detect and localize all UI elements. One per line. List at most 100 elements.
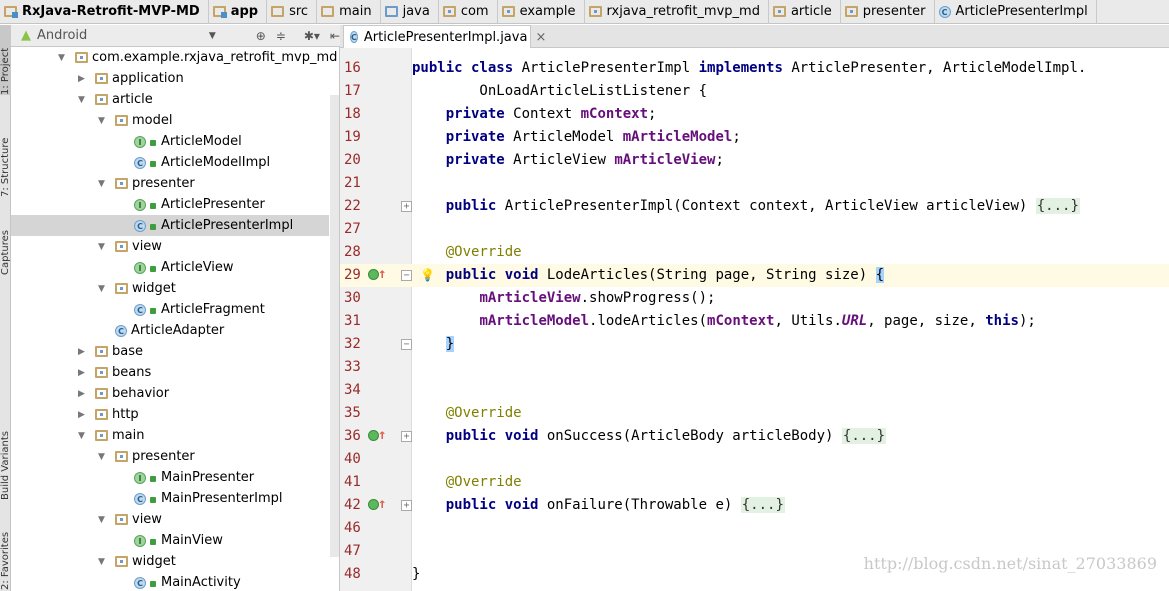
expanded-arrow-icon[interactable]: ▼	[78, 431, 85, 441]
breadcrumb-item[interactable]: app	[209, 0, 268, 24]
tree-item[interactable]: ▶ beans	[11, 362, 329, 383]
tree-item[interactable]: ▶ behavior	[11, 383, 329, 404]
tree-item[interactable]: ▼ view	[11, 236, 329, 257]
tree-item[interactable]: ▶ base	[11, 341, 329, 362]
breadcrumb-item[interactable]: C ArticlePresenterImpl	[935, 0, 1097, 24]
side-tab-favorites[interactable]: 2: Favorites	[0, 530, 11, 590]
collapse-all-icon[interactable]: ≑	[276, 29, 286, 43]
tree-item[interactable]: ▼ article	[11, 89, 329, 110]
tree-item[interactable]: ▶ application	[11, 68, 329, 89]
breadcrumb-item[interactable]: java	[381, 0, 439, 24]
interface-icon: I	[134, 534, 146, 547]
fold-collapse-icon[interactable]: −	[401, 339, 412, 350]
code-token: .showProgress();	[580, 290, 716, 306]
folded-code[interactable]: {...}	[1035, 198, 1080, 214]
expanded-arrow-icon[interactable]: ▼	[98, 557, 105, 567]
breadcrumb-item[interactable]: example	[498, 0, 585, 24]
tree-item[interactable]: C ArticleModelImpl	[11, 152, 329, 173]
package-icon	[75, 52, 88, 63]
expanded-arrow-icon[interactable]: ▼	[98, 242, 105, 252]
side-tab-build-variants[interactable]: Build Variants	[0, 420, 11, 500]
breadcrumb-label: RxJava-Retrofit-MVP-MD	[22, 4, 200, 19]
tree-item[interactable]: ▶ http	[11, 404, 329, 425]
tree-item[interactable]: C ArticlePresenterImpl	[11, 215, 329, 236]
code-token: @Override	[445, 474, 522, 490]
breadcrumb-item[interactable]: main	[317, 0, 381, 24]
tab-article-presenter-impl[interactable]: C ArticlePresenterImpl.java ×	[343, 25, 546, 48]
code-line: 42 ↑ + public void onFailure(Throwable e) …	[340, 494, 1169, 517]
override-arrow-icon[interactable]: ↑	[378, 493, 386, 516]
collapsed-arrow-icon[interactable]: ▶	[78, 74, 85, 84]
tree-item[interactable]: C MainActivity	[11, 572, 329, 591]
code-editor[interactable]: 16 public class ArticlePresenterImpl impl…	[340, 48, 1169, 591]
dropdown-arrow-icon[interactable]: ▼	[209, 31, 216, 41]
collapsed-arrow-icon[interactable]: ▶	[78, 410, 85, 420]
folded-code[interactable]: {...}	[740, 497, 785, 513]
breadcrumb-item[interactable]: article	[769, 0, 841, 24]
breadcrumb-item[interactable]: src	[267, 0, 318, 24]
breadcrumb-item[interactable]: RxJava-Retrofit-MVP-MD	[0, 0, 209, 24]
tree-item[interactable]: C ArticleFragment	[11, 299, 329, 320]
fold-expand-icon[interactable]: +	[401, 500, 412, 511]
expanded-arrow-icon[interactable]: ▼	[98, 515, 105, 525]
override-arrow-icon[interactable]: ↑	[378, 263, 386, 286]
line-number: 20	[344, 152, 361, 168]
expanded-arrow-icon[interactable]: ▼	[98, 179, 105, 189]
side-tab-structure[interactable]: 7: Structure	[0, 125, 11, 197]
expanded-arrow-icon[interactable]: ▼	[58, 53, 65, 63]
package-icon	[95, 73, 108, 84]
tree-item[interactable]: ▼ widget	[11, 551, 329, 572]
tree-item[interactable]: ▼ presenter	[11, 446, 329, 467]
tree-item[interactable]: I MainView	[11, 530, 329, 551]
tree-item-label: main	[112, 428, 145, 443]
expanded-arrow-icon[interactable]: ▼	[78, 95, 85, 105]
line-number: 19	[344, 129, 361, 145]
tree-item[interactable]: ▼ widget	[11, 278, 329, 299]
tree-item-label: article	[112, 92, 153, 107]
tree-scrollbar[interactable]	[330, 95, 339, 557]
tree-item[interactable]: ▼ com.example.rxjava_retrofit_mvp_md	[11, 47, 337, 68]
access-icon	[150, 266, 156, 272]
breadcrumb-item[interactable]: rxjava_retrofit_mvp_md	[585, 0, 769, 24]
code-line: 36 ↑ + public void onSuccess(ArticleBody a…	[340, 425, 1169, 448]
tree-item[interactable]: I ArticlePresenter	[11, 194, 329, 215]
folded-code[interactable]: {...}	[841, 428, 887, 444]
scroll-from-source-icon[interactable]: ⊕	[256, 29, 266, 43]
breadcrumb-item[interactable]: presenter	[841, 0, 935, 24]
collapsed-arrow-icon[interactable]: ▶	[78, 347, 85, 357]
gear-icon[interactable]: ✱▾	[304, 29, 320, 43]
expanded-arrow-icon[interactable]: ▼	[98, 284, 105, 294]
side-tab-captures[interactable]: Captures	[0, 220, 11, 275]
code-text: mArticleModel.lodeArticles(mContext, Uti…	[412, 310, 1035, 333]
hide-panel-icon[interactable]: ⇤	[330, 29, 340, 43]
tree-item-label: MainPresenterImpl	[161, 491, 283, 506]
line-number: 34	[344, 382, 361, 398]
fold-expand-icon[interactable]: +	[401, 431, 412, 442]
code-line: 40	[340, 448, 1169, 471]
editor-tabs: C ArticlePresenterImpl.java ×	[340, 25, 1169, 48]
code-token: mContext	[707, 313, 775, 329]
tree-item-label: model	[132, 113, 173, 128]
tree-item[interactable]: C MainPresenterImpl	[11, 488, 329, 509]
expanded-arrow-icon[interactable]: ▼	[98, 116, 105, 126]
tree-item[interactable]: ▼ presenter	[11, 173, 329, 194]
tree-item[interactable]: ▼ main	[11, 425, 329, 446]
tree-item[interactable]: I MainPresenter	[11, 467, 329, 488]
side-tab-project[interactable]: 1: Project	[0, 25, 11, 95]
tree-item[interactable]: ▼ model	[11, 110, 329, 131]
collapsed-arrow-icon[interactable]: ▶	[78, 389, 85, 399]
tree-item[interactable]: C ArticleAdapter	[11, 320, 329, 341]
expanded-arrow-icon[interactable]: ▼	[98, 452, 105, 462]
fold-expand-icon[interactable]: +	[401, 201, 412, 212]
tree-item[interactable]: I ArticleView	[11, 257, 329, 278]
close-icon[interactable]: ×	[535, 30, 546, 45]
view-selector[interactable]: Android	[37, 28, 149, 43]
fold-collapse-icon[interactable]: −	[401, 270, 412, 281]
tree-item[interactable]: ▼ view	[11, 509, 329, 530]
tree-item[interactable]: I ArticleModel	[11, 131, 329, 152]
collapsed-arrow-icon[interactable]: ▶	[78, 368, 85, 378]
breadcrumb-item[interactable]: com	[439, 0, 498, 24]
override-arrow-icon[interactable]: ↑	[378, 424, 386, 447]
